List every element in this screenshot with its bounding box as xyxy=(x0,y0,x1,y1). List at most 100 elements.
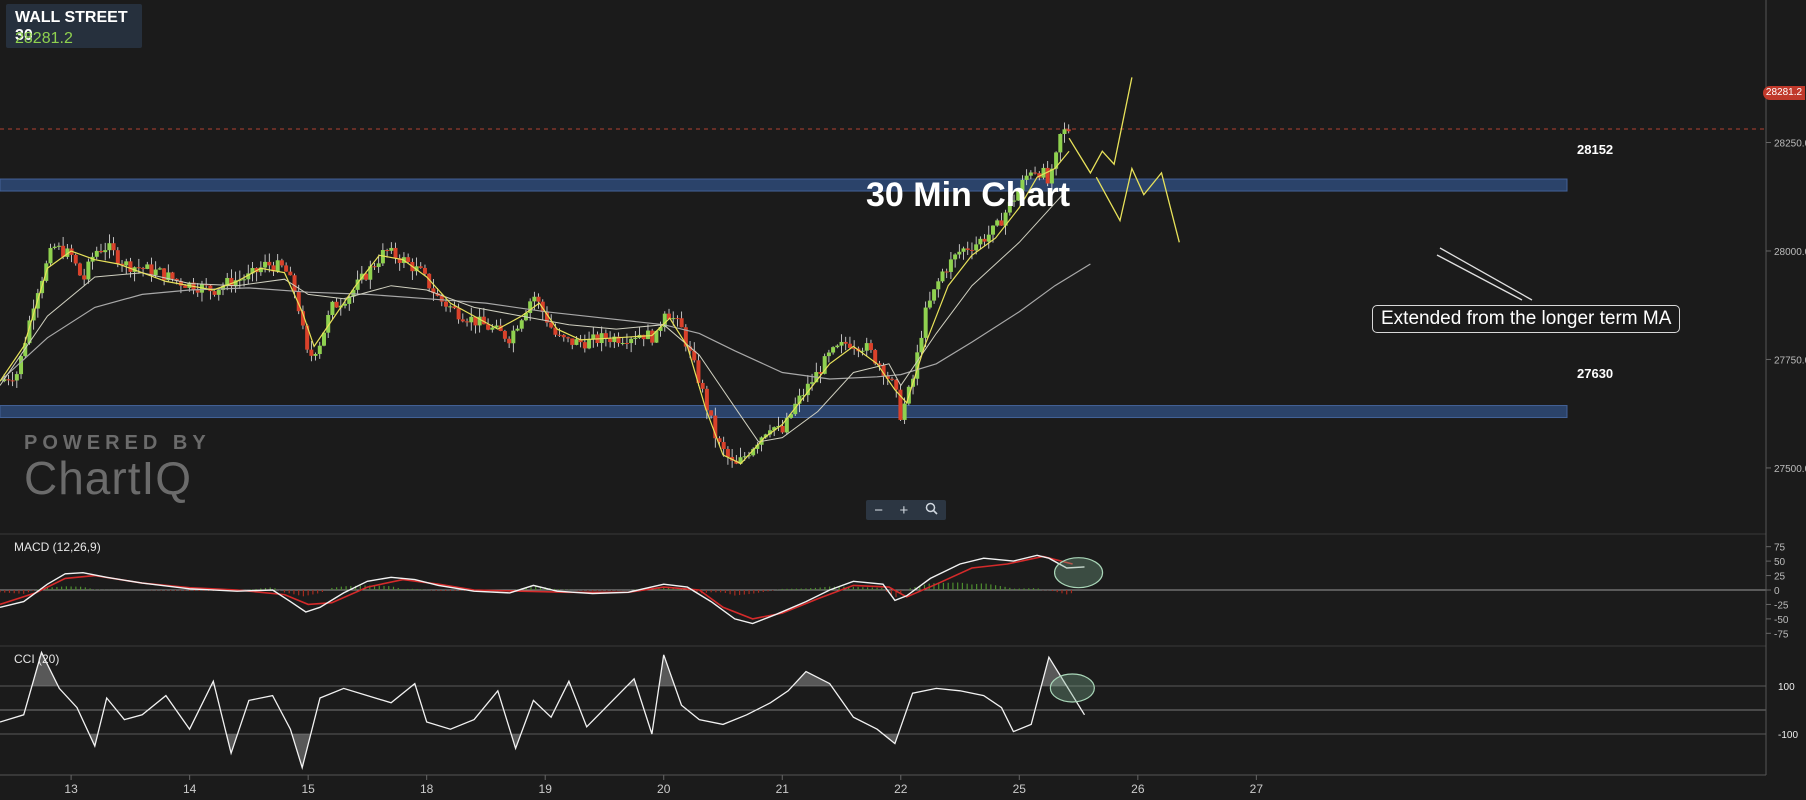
annotation-callout: Extended from the longer term MA xyxy=(1372,305,1681,333)
x-tick-label: 14 xyxy=(183,782,197,796)
candle-body xyxy=(145,264,150,269)
candle-body xyxy=(275,260,280,272)
x-tick-label: 22 xyxy=(894,782,908,796)
candle-body xyxy=(490,327,495,330)
candle-body xyxy=(1033,172,1038,174)
candle-body xyxy=(1058,133,1063,153)
chartiq-watermark: POWERED BY ChartIQ xyxy=(24,432,211,505)
candle-body xyxy=(242,279,247,281)
candle-body xyxy=(995,220,1000,226)
x-tick-label: 18 xyxy=(420,782,434,796)
candle-body xyxy=(679,318,684,328)
candle-body xyxy=(111,243,116,251)
candle-body xyxy=(519,320,524,329)
candle-body xyxy=(267,261,272,266)
candle-body xyxy=(721,442,726,449)
candle-body xyxy=(974,244,979,251)
candle-body xyxy=(149,264,154,276)
candle-body xyxy=(284,265,289,272)
candle-body xyxy=(330,301,335,316)
watermark-line2: ChartIQ xyxy=(24,452,193,504)
candle-body xyxy=(460,319,465,322)
chart-canvas[interactable]: 27500.0 27750.0 28000.0 28250.0 75 50 25 0 -25 -5… xyxy=(0,0,1806,800)
candle-body xyxy=(810,382,815,384)
candle-body xyxy=(456,308,461,320)
candle-body xyxy=(279,260,284,266)
candle-body xyxy=(536,296,541,302)
macd-ytick-label: -25 xyxy=(1774,600,1789,611)
macd-ytick-label: 25 xyxy=(1774,572,1786,583)
price-panel[interactable] xyxy=(0,77,1766,468)
slow-ma-line xyxy=(0,189,1068,443)
candle-body xyxy=(1062,129,1067,134)
candle-body xyxy=(115,250,120,264)
cci-gridlines xyxy=(0,685,1766,735)
candle-body xyxy=(986,234,991,242)
candle-body xyxy=(19,356,24,375)
candle-body xyxy=(671,318,676,320)
candle-body xyxy=(574,339,579,345)
candle-body xyxy=(927,300,932,308)
candle-body xyxy=(923,307,928,338)
candle-body xyxy=(532,296,537,302)
candle-body xyxy=(587,338,592,349)
x-tick-label: 21 xyxy=(776,782,790,796)
candle-body xyxy=(591,334,596,339)
candle-body xyxy=(153,269,158,276)
candle-body xyxy=(515,328,520,331)
candle-body xyxy=(940,271,945,282)
candle-body xyxy=(183,285,188,288)
candle-body xyxy=(107,243,112,251)
x-tick-label: 25 xyxy=(1013,782,1027,796)
macd-ytick-label: -50 xyxy=(1774,615,1789,626)
price-ytick-label: 27750.0 xyxy=(1774,355,1806,366)
candle-body xyxy=(507,338,512,344)
cci-label: CCI (20) xyxy=(14,652,60,666)
candle-body xyxy=(334,301,339,308)
candle-body xyxy=(124,261,129,266)
candle-body xyxy=(385,250,390,252)
candle-body xyxy=(557,334,562,336)
candle-body xyxy=(376,263,381,267)
magnifier-icon[interactable] xyxy=(925,502,938,519)
macd-ytick-label: 50 xyxy=(1774,557,1786,568)
candle-body xyxy=(826,352,831,357)
candle-body xyxy=(944,271,949,273)
candle-body xyxy=(953,254,958,260)
candle-body xyxy=(624,342,629,344)
level-label-upper: 28152 xyxy=(1577,142,1614,157)
candle-body xyxy=(292,275,297,292)
candle-body xyxy=(56,245,61,247)
candle-body xyxy=(700,382,705,389)
candle-body xyxy=(902,403,907,420)
candle-body xyxy=(982,238,987,242)
candle-body xyxy=(948,259,953,272)
candle-body xyxy=(608,338,613,343)
zoom-out-button[interactable]: − xyxy=(874,502,883,519)
cci-panel[interactable] xyxy=(0,650,1766,770)
candle-body xyxy=(709,410,714,416)
ticker-box[interactable]: WALL STREET 30 28281.2 xyxy=(6,4,142,48)
candle-body xyxy=(103,250,108,253)
x-tick-label: 19 xyxy=(539,782,553,796)
macd-panel[interactable] xyxy=(0,554,1766,625)
ticker-price: 28281.2 xyxy=(15,30,73,47)
x-axis-ticks: 13 14 15 18 19 20 21 22 25 26 27 xyxy=(64,775,1263,796)
candle-body xyxy=(1066,129,1071,132)
candle-body xyxy=(566,337,571,339)
candle-body xyxy=(263,261,268,268)
candle-body xyxy=(77,263,82,276)
candle-body xyxy=(843,341,848,344)
candle-body xyxy=(94,250,99,257)
macd-line xyxy=(0,554,1085,625)
candle-body xyxy=(502,331,507,339)
candle-body xyxy=(978,238,983,245)
cci-highlight-ellipse xyxy=(1049,673,1095,703)
candle-body xyxy=(82,275,87,280)
candle-body xyxy=(633,337,638,339)
zoom-in-button[interactable]: + xyxy=(899,502,908,519)
chart-title: 30 Min Chart xyxy=(866,176,1071,214)
zoom-controls[interactable]: − + xyxy=(866,500,946,520)
candle-body xyxy=(128,261,133,272)
candle-body xyxy=(317,345,322,355)
